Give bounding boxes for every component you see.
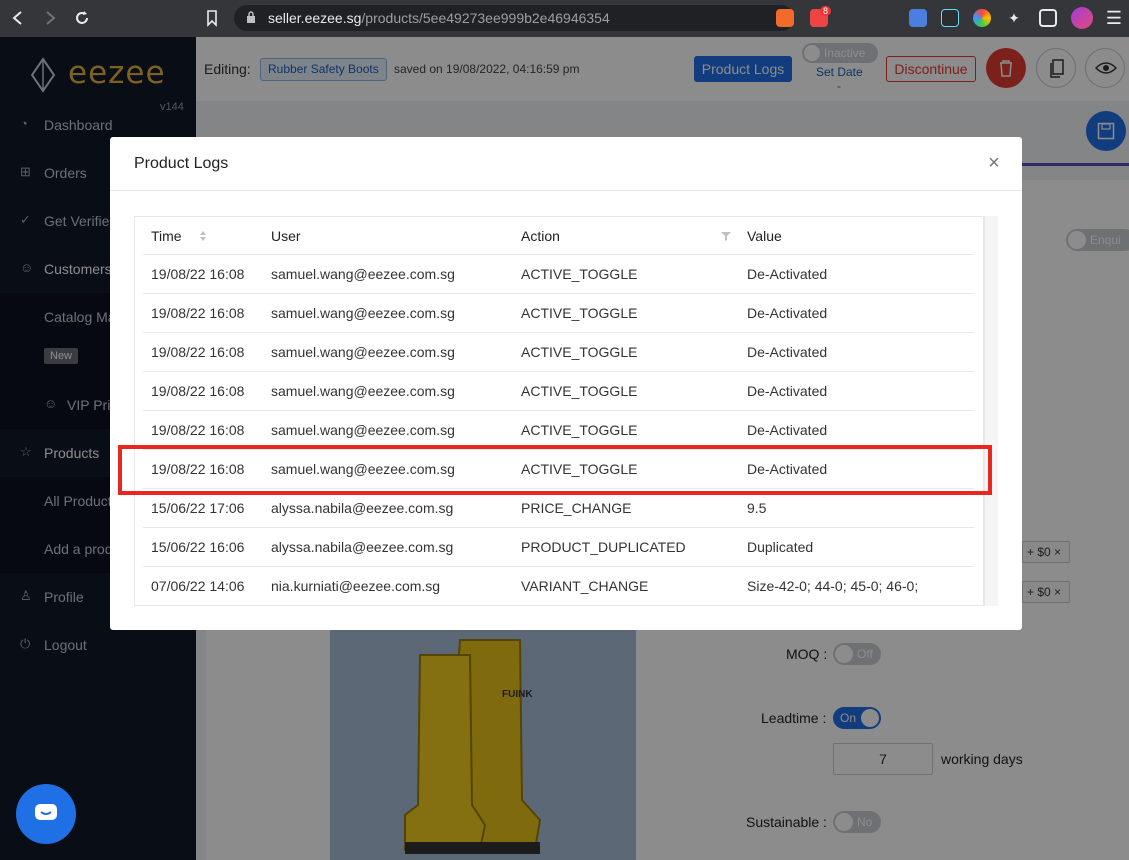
color-extension-icon[interactable] [973,9,991,27]
column-header-time[interactable]: Time [151,217,261,255]
filter-icon[interactable] [721,231,731,241]
cell-user: samuel.wang@eezee.com.sg [271,422,455,438]
cell-time: 15/06/22 16:06 [151,539,245,555]
table-scrollbar[interactable] [984,216,998,606]
lock-icon [247,11,255,23]
cell-action: ACTIVE_TOGGLE [521,344,638,360]
brave-rewards-icon[interactable]: 8 [810,6,832,27]
cell-action: ACTIVE_TOGGLE [521,422,638,438]
brave-shield-icon[interactable] [776,9,794,27]
modal-title: Product Logs [134,155,229,172]
cell-user: nia.kurniati@eezee.com.sg [271,578,441,594]
address-bar[interactable]: seller.eezee.sg/products/5ee49273ee999b2… [234,5,794,31]
wallet-icon[interactable] [1039,9,1057,27]
modal-header: Product Logs × [110,137,1022,191]
cell-time: 07/06/22 14:06 [151,578,245,594]
table-row: 15/06/22 16:06 alyssa.nabila@eezee.com.sg… [143,528,974,567]
cell-time: 19/08/22 16:08 [151,344,245,360]
column-header-label: Action [521,228,560,244]
sort-icon[interactable] [199,229,207,243]
cell-user: samuel.wang@eezee.com.sg [271,383,455,399]
cell-action: VARIANT_CHANGE [521,578,649,594]
table-row: 19/08/22 16:08 samuel.wang@eezee.com.sg AC… [143,333,974,372]
chat-button[interactable] [16,784,76,844]
extensions-puzzle-icon[interactable]: ✦ [1005,9,1023,27]
cell-action: ACTIVE_TOGGLE [521,266,638,282]
table-row: 19/08/22 16:08 samuel.wang@eezee.com.sg AC… [143,372,974,411]
cell-value: 9.5 [747,500,767,516]
cell-value: De-Activated [747,266,828,282]
cell-value: Duplicated [747,539,814,555]
cell-time: 19/08/22 16:08 [151,305,245,321]
column-header-action: Action [521,217,731,255]
menu-icon[interactable]: ☰ [1104,8,1124,28]
column-header-user: User [271,217,301,255]
cell-user: alyssa.nabila@eezee.com.sg [271,539,454,555]
url-path: /products/5ee49273ee999b2e46946354 [361,10,610,26]
cell-action: ACTIVE_TOGGLE [521,383,638,399]
cell-value: De-Activated [747,383,828,399]
react-devtools-icon[interactable] [941,9,959,27]
cell-action: ACTIVE_TOGGLE [521,305,638,321]
profile-avatar[interactable] [1071,7,1093,29]
translate-extension-icon[interactable] [909,9,927,27]
cell-value: De-Activated [747,305,828,321]
cell-action: PRODUCT_DUPLICATED [521,539,686,555]
logs-table: Time User Action Value 19/08/22 16:08 sam… [134,216,984,606]
column-header-label: User [271,228,301,244]
rewards-badge: 8 [820,6,832,16]
url-host: seller.eezee.sg [268,10,362,26]
cell-user: samuel.wang@eezee.com.sg [271,344,455,360]
table-row: 07/06/22 14:06 nia.kurniati@eezee.com.sg V… [143,567,974,605]
cell-time: 19/08/22 16:08 [151,422,245,438]
cell-user: alyssa.nabila@eezee.com.sg [271,500,454,516]
browser-toolbar: seller.eezee.sg/products/5ee49273ee999b2… [0,0,1129,37]
reload-icon[interactable] [72,8,92,28]
cell-user: samuel.wang@eezee.com.sg [271,266,455,282]
cell-value: De-Activated [747,344,828,360]
forward-icon[interactable] [40,8,60,28]
product-logs-modal: Product Logs × Time User Action Value 19… [110,137,1022,630]
cell-value: De-Activated [747,422,828,438]
chat-icon [35,804,57,820]
back-icon[interactable] [8,8,28,28]
column-header-value: Value [747,217,782,255]
cell-value: Size-42-0; 44-0; 45-0; 46-0; [747,578,919,594]
cell-action: PRICE_CHANGE [521,500,632,516]
highlight-annotation [118,445,992,495]
close-icon[interactable]: × [984,153,1004,173]
bookmark-icon[interactable] [202,8,222,28]
column-header-label: Value [747,228,782,244]
table-header: Time User Action Value [143,217,974,255]
cell-user: samuel.wang@eezee.com.sg [271,305,455,321]
table-row: 19/08/22 16:08 samuel.wang@eezee.com.sg AC… [143,294,974,333]
cell-time: 15/06/22 17:06 [151,500,245,516]
table-row: 19/08/22 16:08 samuel.wang@eezee.com.sg AC… [143,255,974,294]
cell-time: 19/08/22 16:08 [151,383,245,399]
cell-time: 19/08/22 16:08 [151,266,245,282]
column-header-label: Time [151,228,182,244]
